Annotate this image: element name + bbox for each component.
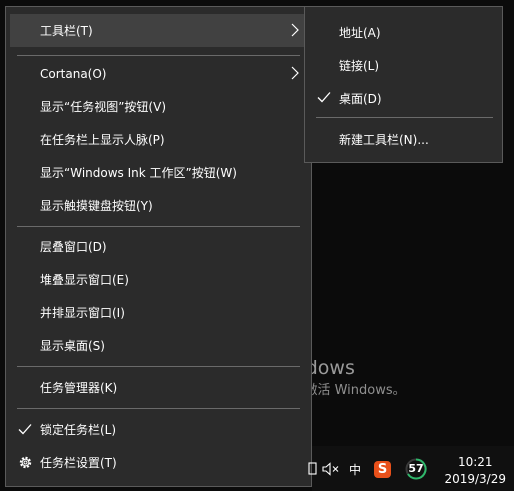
menu-item-toolbars[interactable]: 工具栏(T) (10, 14, 307, 47)
submenu-item-label: 地址(A) (339, 26, 381, 40)
ime-mode-indicator[interactable]: 中 (349, 461, 361, 478)
chevron-right-icon (291, 23, 299, 37)
menu-item-label: 工具栏(T) (40, 24, 93, 38)
menu-separator (17, 366, 300, 367)
toolbars-submenu: 地址(A) 链接(L) 桌面(D) 新建工具栏(N)... (304, 6, 503, 163)
taskbar-clock[interactable]: 10:21 2019/3/29 (444, 454, 506, 488)
menu-item-label: 显示桌面(S) (40, 339, 105, 353)
menu-item-label: Cortana(O) (40, 66, 107, 81)
submenu-item-label: 桌面(D) (339, 92, 382, 106)
submenu-item-address[interactable]: 地址(A) (309, 15, 498, 48)
menu-item-show-desktop[interactable]: 显示桌面(S) (10, 329, 307, 362)
menu-separator (17, 55, 300, 56)
menu-item-label: 锁定任务栏(L) (40, 423, 117, 437)
chevron-right-icon (291, 66, 299, 80)
menu-item-label: 显示“Windows Ink 工作区”按钮(W) (40, 166, 237, 180)
performance-monitor-icon[interactable]: 57 (405, 458, 427, 480)
menu-item-lock-taskbar[interactable]: 锁定任务栏(L) (10, 413, 307, 446)
badge-value: 57 (408, 462, 424, 475)
menu-item-label: 任务栏设置(T) (40, 456, 117, 470)
menu-item-label: 堆叠显示窗口(E) (40, 273, 129, 287)
menu-separator (316, 117, 493, 118)
taskbar-tray: 中 S 57 10:21 2019/3/29 (308, 446, 514, 491)
menu-item-show-ink-workspace-button[interactable]: 显示“Windows Ink 工作区”按钮(W) (10, 156, 307, 189)
volume-muted-icon[interactable] (322, 462, 340, 476)
menu-item-label: 并排显示窗口(I) (40, 306, 125, 320)
submenu-item-links[interactable]: 链接(L) (309, 48, 498, 81)
menu-item-cortana[interactable]: Cortana(O) (10, 57, 307, 90)
checkmark-icon (18, 424, 32, 435)
submenu-item-new-toolbar[interactable]: 新建工具栏(N)... (309, 122, 498, 155)
sogou-input-icon[interactable]: S (374, 461, 391, 478)
menu-item-task-manager[interactable]: 任务管理器(K) (10, 371, 307, 404)
menu-separator (17, 408, 300, 409)
menu-item-show-people[interactable]: 在任务栏上显示人脉(P) (10, 123, 307, 156)
menu-separator (17, 226, 300, 227)
submenu-item-label: 链接(L) (339, 59, 380, 73)
clock-date: 2019/3/29 (444, 472, 506, 486)
menu-item-show-task-view-button[interactable]: 显示“任务视图”按钮(V) (10, 90, 307, 123)
gear-icon (19, 456, 32, 469)
menu-item-side-by-side-windows[interactable]: 并排显示窗口(I) (10, 296, 307, 329)
menu-item-show-touch-keyboard-button[interactable]: 显示触摸键盘按钮(Y) (10, 189, 307, 222)
menu-item-label: 任务管理器(K) (40, 381, 118, 395)
notification-icon[interactable] (308, 462, 318, 476)
menu-item-stack-windows[interactable]: 堆叠显示窗口(E) (10, 263, 307, 296)
checkmark-icon (317, 92, 331, 103)
menu-item-label: 层叠窗口(D) (40, 240, 107, 254)
menu-item-taskbar-settings[interactable]: 任务栏设置(T) (10, 446, 307, 479)
menu-item-label: 显示触摸键盘按钮(Y) (40, 199, 153, 213)
menu-item-label: 在任务栏上显示人脉(P) (40, 133, 165, 147)
submenu-item-label: 新建工具栏(N)... (339, 133, 429, 147)
menu-item-label: 显示“任务视图”按钮(V) (40, 100, 167, 114)
menu-item-cascade-windows[interactable]: 层叠窗口(D) (10, 230, 307, 263)
taskbar-context-menu: 工具栏(T) Cortana(O) 显示“任务视图”按钮(V) 在任务栏上显示人… (5, 6, 312, 487)
clock-time: 10:21 (457, 455, 493, 469)
submenu-item-desktop[interactable]: 桌面(D) (309, 81, 498, 114)
desktop: 激活 Windows 转到“设置”以激活 Windows。 工具栏(T) Cor… (0, 0, 514, 491)
